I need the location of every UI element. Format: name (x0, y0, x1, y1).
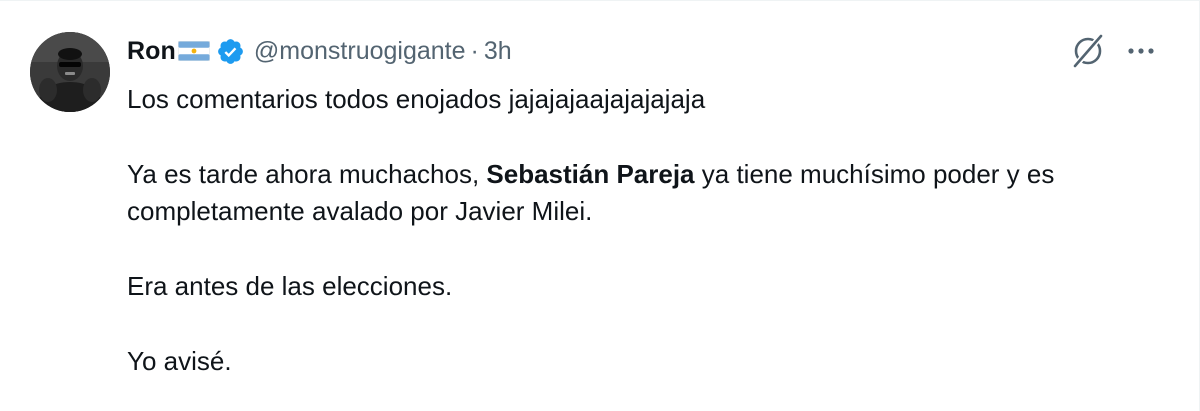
avatar-image (30, 32, 110, 112)
tweet-text: Los comentarios todos enojados jajajajaa… (127, 81, 1177, 380)
more-horizontal-icon[interactable] (1125, 37, 1157, 65)
mentioned-name: Sebastián Pareja (486, 159, 695, 189)
tweet-line-1: Los comentarios todos enojados jajajajaa… (127, 84, 706, 114)
tweet-paragraph-2: Ya es tarde ahora muchachos, Sebastián P… (127, 156, 1177, 230)
avatar[interactable] (30, 32, 110, 112)
tweet-header: Ron @monstruogigante · 3h (127, 33, 512, 69)
display-name[interactable]: Ron (127, 37, 176, 66)
author-handle[interactable]: @monstruogigante (254, 37, 466, 66)
tweet-paragraph-3: Era antes de las elecciones. (127, 271, 453, 301)
verified-badge-icon[interactable] (216, 37, 245, 66)
separator-dot: · (470, 36, 479, 65)
timestamp[interactable]: 3h (484, 37, 512, 66)
grok-icon[interactable] (1070, 33, 1106, 69)
tweet-paragraph-4: Yo avisé. (127, 346, 232, 376)
argentina-flag-icon (177, 40, 211, 62)
tweet-card[interactable]: Ron @monstruogigante · 3h Los comentario… (0, 0, 1200, 411)
tweet-text-segment: Ya es tarde ahora muchachos, (127, 159, 487, 189)
